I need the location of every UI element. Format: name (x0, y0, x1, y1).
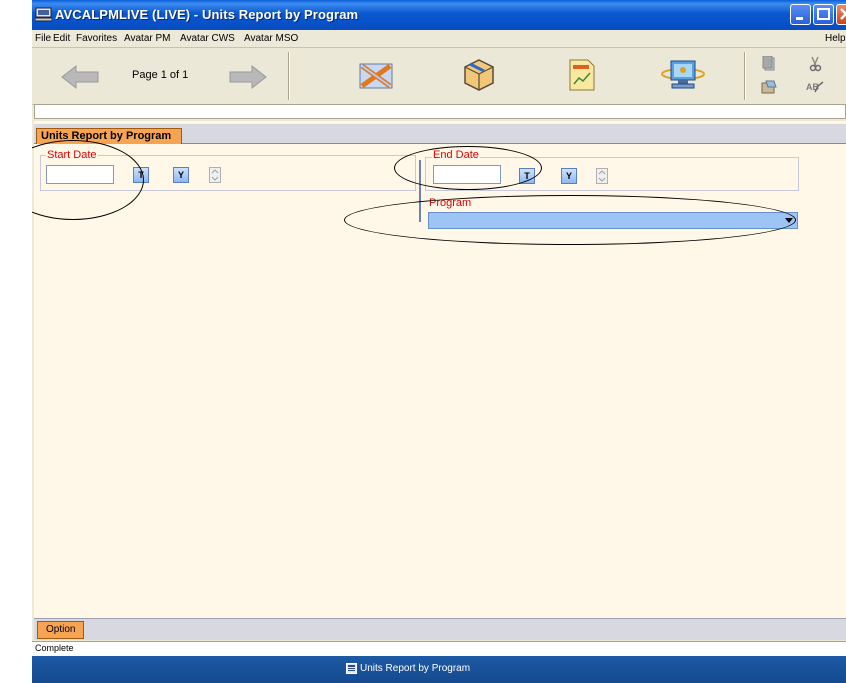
program-dropdown[interactable] (428, 212, 798, 229)
close-form-icon[interactable] (358, 60, 394, 92)
menu-help[interactable]: Help (825, 33, 846, 44)
tab-units-report-by-program[interactable]: Units Report by Program (36, 128, 183, 144)
status-bar: Complete (32, 641, 846, 656)
start-date-label: Start Date (46, 149, 98, 161)
close-window-button[interactable] (836, 4, 846, 25)
back-arrow-icon[interactable] (60, 64, 100, 90)
end-date-today-button[interactable]: T (519, 168, 535, 184)
taskbar: Units Report by Program (32, 656, 846, 683)
submit-icon[interactable] (462, 58, 496, 92)
option-tab[interactable]: Option (37, 621, 85, 639)
forward-arrow-icon[interactable] (228, 64, 268, 90)
minimize-button[interactable] (790, 4, 811, 25)
menu-avatar-cws[interactable]: Avatar CWS (180, 33, 235, 44)
end-date-label: End Date (432, 149, 480, 161)
toolbar-separator (744, 52, 746, 100)
form-window-icon (346, 663, 357, 674)
start-date-input[interactable] (46, 165, 114, 184)
application-window: AVCALPMLIVE (LIVE) - Units Report by Pro… (32, 0, 846, 683)
form-area (34, 121, 846, 618)
start-date-today-button[interactable]: T (133, 167, 149, 183)
toolbar-separator (288, 52, 290, 100)
report-icon[interactable] (568, 58, 596, 92)
start-date-yesterday-button[interactable]: Y (173, 167, 189, 183)
paste-icon[interactable] (760, 80, 778, 94)
toolbar: Page 1 of 1 AB (32, 47, 846, 105)
minimize-icon (796, 17, 803, 20)
status-text: Complete (35, 643, 74, 653)
column-divider (419, 160, 421, 222)
end-date-input[interactable] (433, 165, 501, 184)
taskbar-item-units-report[interactable]: Units Report by Program (360, 663, 470, 674)
app-monitor-icon (35, 7, 52, 22)
menu-favorites[interactable]: Favorites (76, 33, 117, 44)
spell-check-icon[interactable]: AB (806, 80, 824, 94)
maximize-icon (817, 8, 830, 20)
menu-avatar-mso[interactable]: Avatar MSO (244, 33, 298, 44)
page-indicator: Page 1 of 1 (132, 69, 189, 81)
monitor-icon[interactable] (660, 58, 706, 92)
option-strip (34, 618, 846, 640)
copy-icon[interactable] (762, 56, 776, 72)
program-label: Program (428, 197, 473, 209)
menu-bar: File Edit Favorites Avatar PM Avatar CWS… (32, 30, 846, 47)
title-bar[interactable]: AVCALPMLIVE (LIVE) - Units Report by Pro… (32, 0, 846, 30)
menu-avatar-pm[interactable]: Avatar PM (124, 33, 171, 44)
end-date-yesterday-button[interactable]: Y (561, 168, 577, 184)
chevron-down-icon (785, 218, 793, 223)
menu-file[interactable]: File (35, 33, 51, 44)
window-title: AVCALPMLIVE (LIVE) - Units Report by Pro… (55, 7, 359, 22)
start-date-spinner-icon[interactable] (209, 167, 221, 183)
address-bar[interactable] (34, 104, 846, 119)
menu-edit[interactable]: Edit (53, 33, 70, 44)
end-date-spinner-icon[interactable] (596, 168, 608, 184)
close-icon (840, 8, 846, 20)
maximize-button[interactable] (813, 4, 834, 25)
cut-icon[interactable] (808, 56, 822, 72)
